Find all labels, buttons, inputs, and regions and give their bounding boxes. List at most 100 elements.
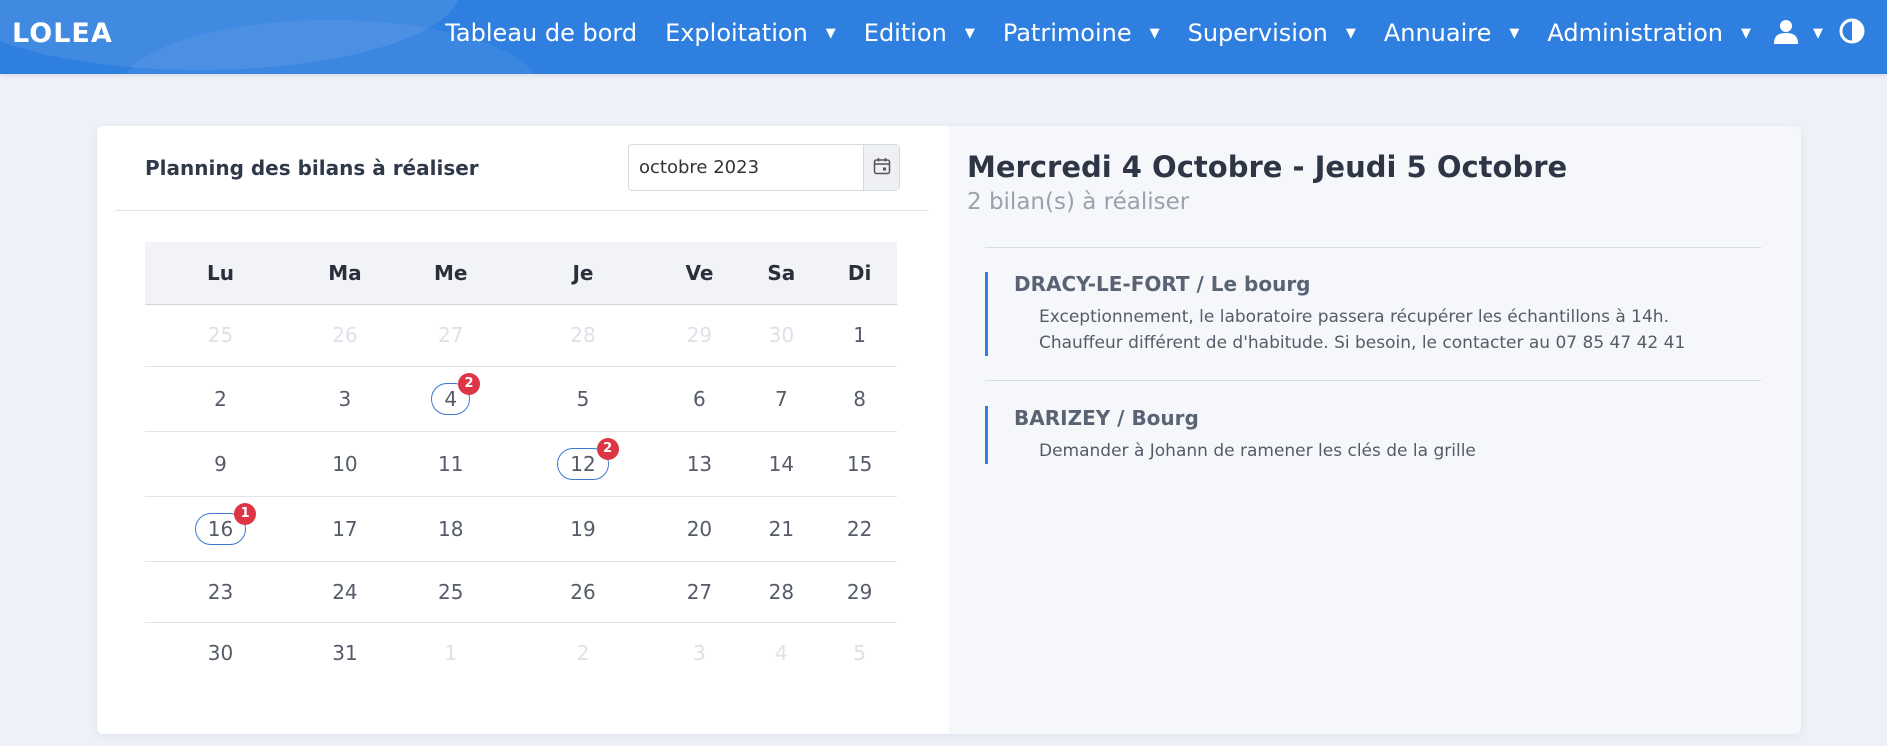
calendar-day-number[interactable]: 11	[438, 449, 463, 479]
calendar-day-number[interactable]: 4	[769, 638, 793, 668]
calendar-day-number[interactable]: 29	[847, 577, 872, 607]
calendar-day-cell[interactable]: 27	[658, 561, 741, 623]
calendar-day-cell[interactable]: 17	[295, 496, 394, 562]
calendar-day-number[interactable]: 20	[687, 514, 712, 544]
calendar-day-number[interactable]: 3	[687, 638, 711, 668]
calendar-day-marked[interactable]: 42	[431, 372, 481, 415]
calendar-day-number[interactable]: 30	[769, 320, 794, 350]
nav-item-edition[interactable]: Edition ▼	[850, 0, 989, 66]
calendar-day-cell[interactable]: 31	[296, 622, 394, 684]
user-menu[interactable]: ▼	[1765, 0, 1831, 66]
calendar-day-cell[interactable]: 10	[295, 431, 394, 497]
calendar-day-cell[interactable]: 14	[740, 431, 823, 497]
calendar-day-cell[interactable]: 6	[658, 366, 741, 432]
calendar-day-cell[interactable]: 11	[393, 431, 508, 497]
calendar-day-cell[interactable]: 9	[145, 431, 296, 497]
app-logo[interactable]: LOLEA	[12, 18, 113, 49]
calendar-day-cell[interactable]: 13	[658, 431, 741, 497]
calendar-day-cell[interactable]: 28	[507, 304, 659, 367]
calendar-button[interactable]	[863, 145, 899, 190]
nav-item-exploitation[interactable]: Exploitation ▼	[651, 0, 850, 66]
calendar-day-cell[interactable]: 4	[740, 622, 822, 684]
calendar-day-number[interactable]: 8	[848, 384, 872, 414]
calendar-day-number[interactable]: 1	[848, 320, 872, 350]
calendar-day-cell[interactable]: 21	[740, 496, 823, 562]
calendar-day-cell[interactable]: 23	[145, 561, 296, 623]
calendar-day-number[interactable]: 14	[769, 449, 794, 479]
calendar-day-cell[interactable]: 25	[145, 304, 296, 367]
calendar-day-number[interactable]: 31	[332, 638, 357, 668]
calendar-day-number[interactable]: 28	[570, 320, 595, 350]
calendar-day-number[interactable]: 26	[332, 320, 357, 350]
calendar-day-number[interactable]: 21	[769, 514, 794, 544]
bilan-entry[interactable]: DRACY-LE-FORT / Le bourg Exceptionnement…	[985, 272, 1685, 356]
calendar-day-number[interactable]: 5	[848, 638, 872, 668]
calendar-day-number[interactable]: 25	[438, 577, 463, 607]
calendar-day-number[interactable]: 29	[687, 320, 712, 350]
calendar-day-cell[interactable]: 20	[658, 496, 741, 562]
bilan-entry[interactable]: BARIZEY / Bourg Demander à Johann de ram…	[985, 406, 1476, 464]
calendar-day-cell[interactable]: 7	[740, 366, 823, 432]
calendar-day-cell[interactable]: 2	[145, 366, 296, 432]
month-input[interactable]: octobre 2023	[629, 145, 863, 190]
calendar-day-number[interactable]: 25	[208, 320, 233, 350]
calendar-day-marked[interactable]: 16 1	[194, 502, 257, 545]
theme-toggle[interactable]	[1831, 0, 1873, 66]
calendar-day-number[interactable]: 3	[333, 384, 357, 414]
calendar-day-number[interactable]: 19	[570, 514, 595, 544]
calendar-day-cell[interactable]: 15	[822, 431, 897, 497]
calendar-day-cell[interactable]: 24	[295, 561, 394, 623]
calendar-day-number[interactable]: 23	[208, 577, 233, 607]
calendar-day-cell[interactable]: 12 2	[507, 431, 659, 497]
calendar-day-cell[interactable]: 1	[394, 622, 508, 684]
calendar-day-cell[interactable]: 30	[145, 622, 296, 684]
calendar-day-cell[interactable]: 16 1	[145, 496, 296, 562]
calendar-day-number[interactable]: 17	[332, 514, 357, 544]
calendar-day-cell[interactable]: 29	[658, 304, 741, 367]
calendar-day-number[interactable]: 18	[438, 514, 463, 544]
calendar-day-number[interactable]: 22	[847, 514, 872, 544]
calendar-day-number[interactable]: 5	[571, 384, 595, 414]
calendar-day-cell[interactable]: 5	[822, 622, 897, 684]
calendar-day-number[interactable]: 15	[847, 449, 872, 479]
calendar-day-cell[interactable]: 18	[393, 496, 508, 562]
calendar-day-cell[interactable]: 30	[740, 304, 823, 367]
calendar-day-cell[interactable]: 27	[393, 304, 508, 367]
nav-item-tableau-de-bord[interactable]: Tableau de bord ▼	[431, 0, 651, 66]
user-icon	[1773, 18, 1799, 48]
calendar-day-number[interactable]: 10	[332, 449, 357, 479]
calendar-day-number[interactable]: 7	[769, 384, 793, 414]
calendar-day-cell[interactable]: 2	[508, 622, 659, 684]
calendar-day-cell[interactable]: 25	[393, 561, 508, 623]
calendar-day-number[interactable]: 2	[208, 384, 232, 414]
calendar-day-cell[interactable]: 28	[740, 561, 823, 623]
calendar-day-number[interactable]: 27	[438, 320, 463, 350]
calendar-day-cell[interactable]: 26	[295, 304, 394, 367]
calendar-day-number[interactable]: 9	[208, 449, 232, 479]
nav-item-patrimoine[interactable]: Patrimoine ▼	[989, 0, 1174, 66]
calendar-day-marked[interactable]: 12 2	[557, 437, 619, 480]
nav-item-administration[interactable]: Administration ▼	[1533, 0, 1765, 66]
nav-item-supervision[interactable]: Supervision ▼	[1174, 0, 1370, 66]
calendar-day-cell[interactable]: 1	[822, 304, 897, 367]
calendar-day-number[interactable]: 13	[687, 449, 712, 479]
calendar-day-number[interactable]: 26	[570, 577, 595, 607]
calendar-day-cell[interactable]: 19	[507, 496, 659, 562]
calendar-day-cell[interactable]: 3	[658, 622, 740, 684]
calendar-day-cell[interactable]: 29	[822, 561, 897, 623]
calendar-day-cell[interactable]: 8	[822, 366, 897, 432]
month-picker[interactable]: octobre 2023	[628, 144, 900, 191]
calendar-day-number[interactable]: 24	[332, 577, 357, 607]
calendar-day-cell[interactable]: 5	[507, 366, 659, 432]
calendar-day-cell[interactable]: 26	[507, 561, 659, 623]
calendar-day-cell[interactable]: 3	[295, 366, 394, 432]
calendar-day-cell[interactable]: 22	[822, 496, 897, 562]
calendar-day-cell[interactable]: 42	[393, 366, 508, 432]
nav-item-annuaire[interactable]: Annuaire ▼	[1370, 0, 1534, 66]
calendar-day-number[interactable]: 27	[687, 577, 712, 607]
calendar-day-number[interactable]: 28	[769, 577, 794, 607]
calendar-day-number[interactable]: 6	[687, 384, 711, 414]
calendar-day-number[interactable]: 30	[208, 638, 233, 668]
calendar-day-number[interactable]: 1	[439, 638, 463, 668]
calendar-day-number[interactable]: 2	[571, 638, 595, 668]
